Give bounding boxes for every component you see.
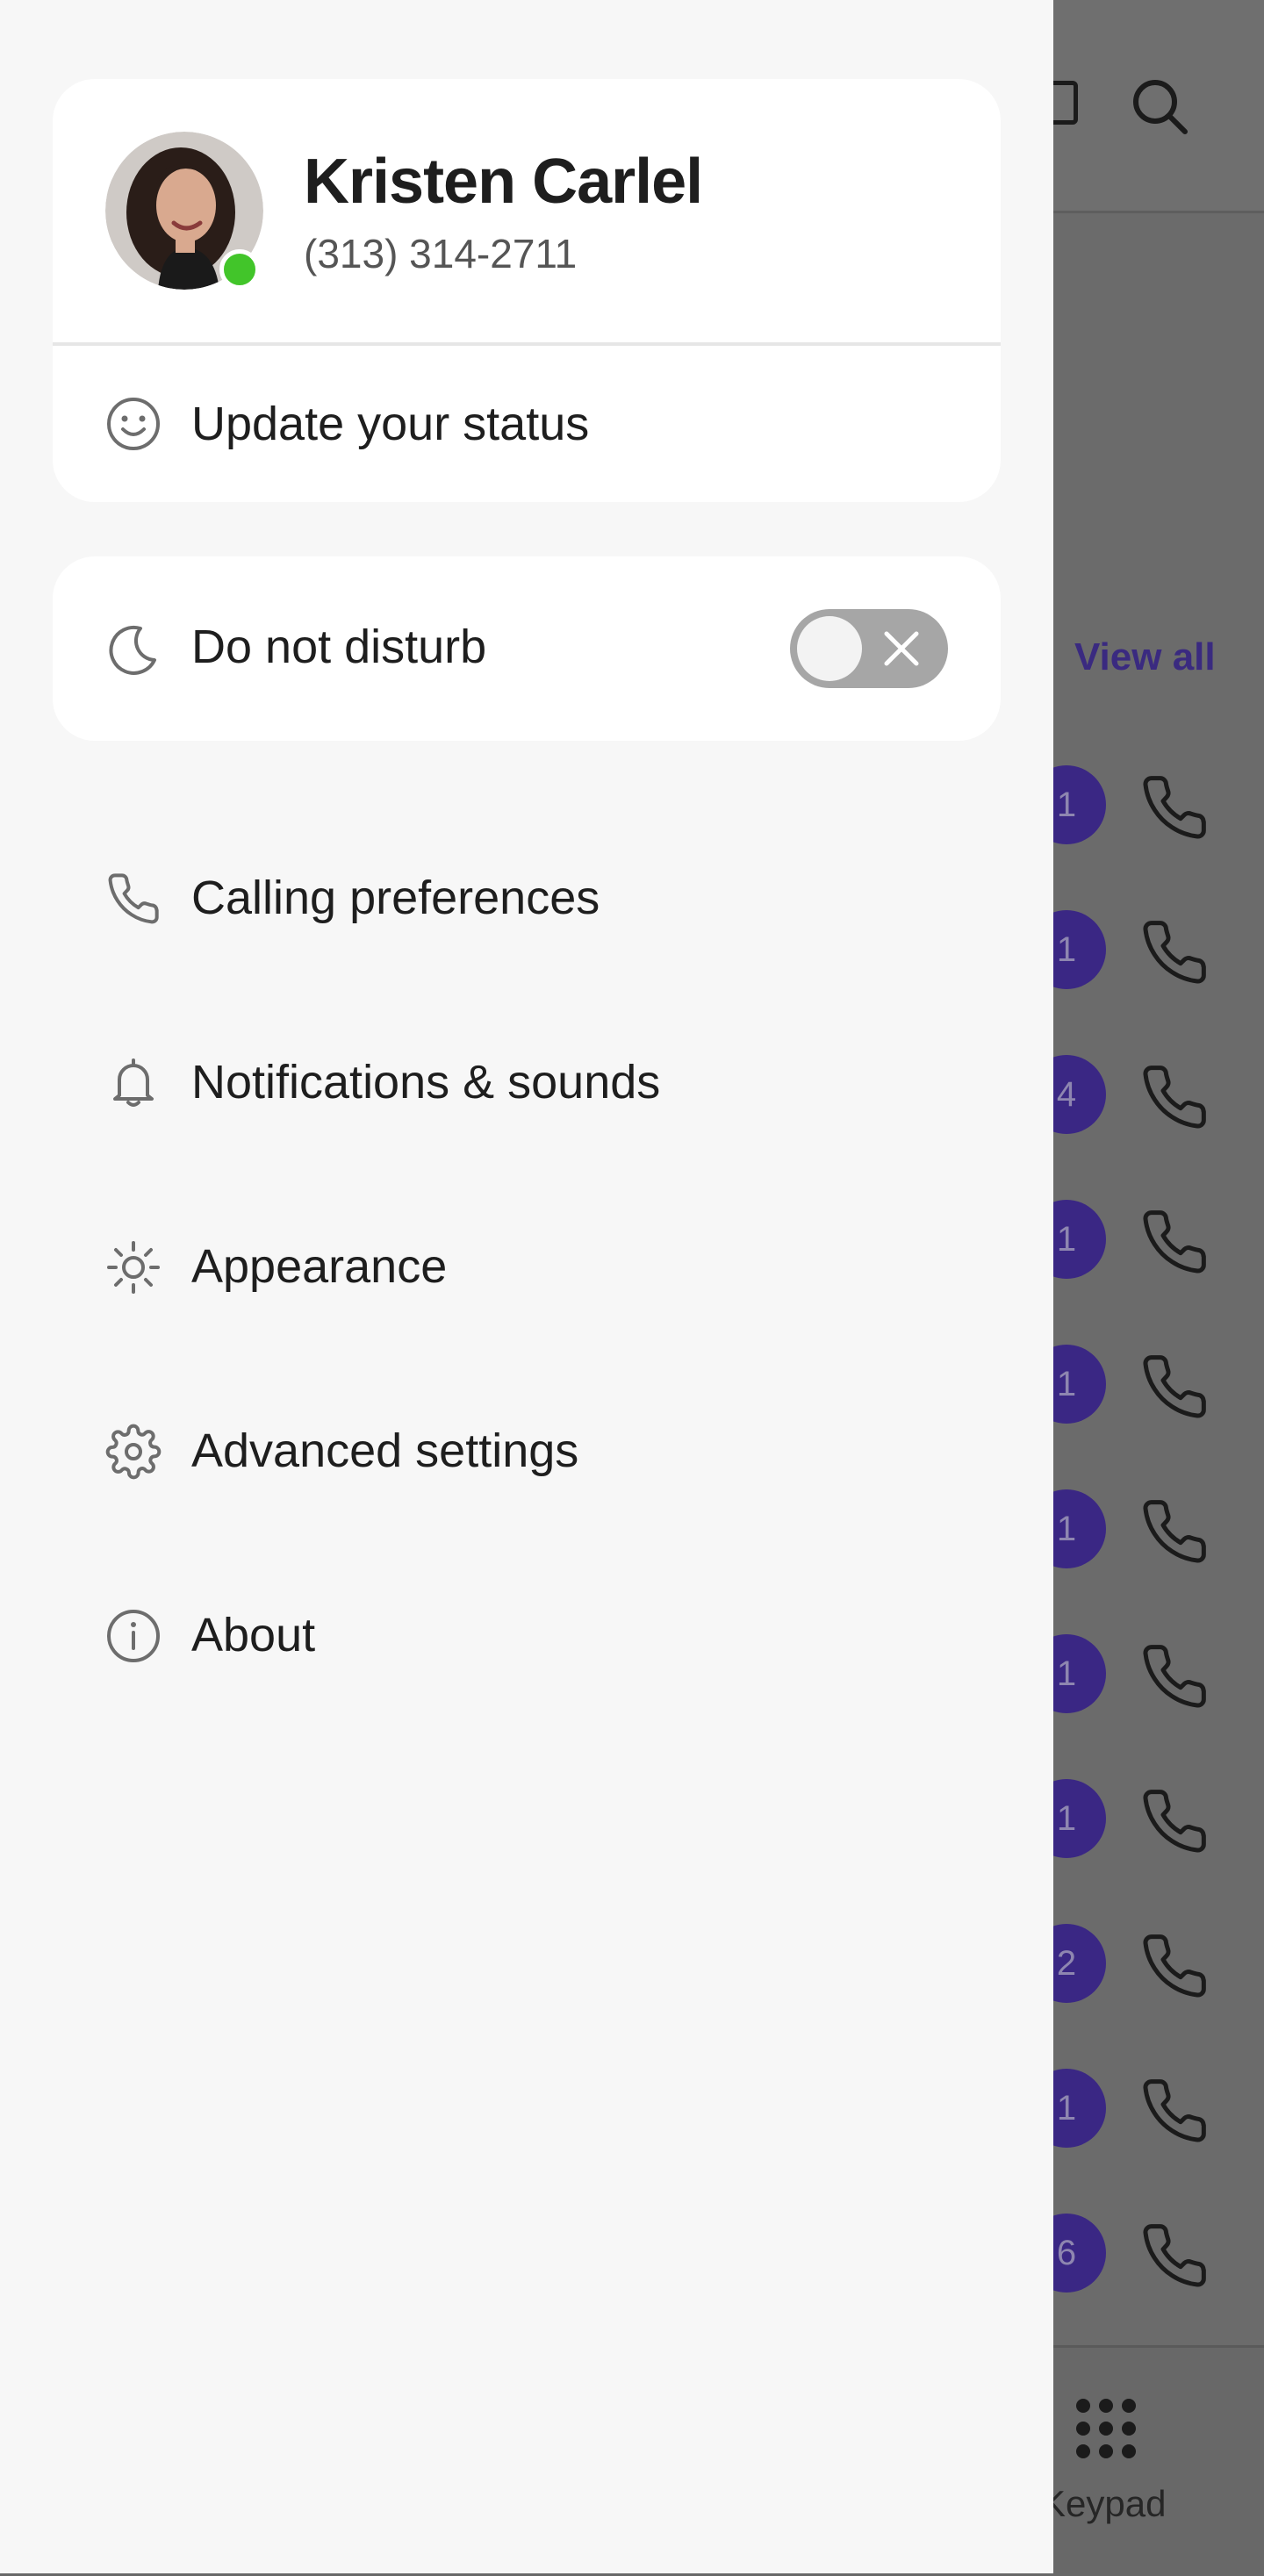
phone-icon bbox=[108, 873, 159, 924]
menu-item-label: Appearance bbox=[191, 1240, 448, 1293]
background-call-row: 6 bbox=[1027, 2205, 1264, 2293]
do-not-disturb-label: Do not disturb bbox=[191, 621, 487, 673]
phone-icon bbox=[1143, 1934, 1206, 1998]
phone-icon bbox=[1143, 1210, 1206, 1274]
menu-item-label: Advanced settings bbox=[191, 1424, 579, 1477]
gear-icon bbox=[105, 1424, 162, 1480]
moon-icon bbox=[109, 625, 156, 675]
toggle-knob bbox=[797, 616, 862, 681]
background-call-row: 1 bbox=[1027, 1481, 1264, 1568]
background-call-row: 1 bbox=[1027, 2060, 1264, 2148]
profile-name: Kristen Carlel bbox=[304, 147, 703, 217]
phone-icon bbox=[1143, 1355, 1206, 1418]
background-call-row: 1 bbox=[1027, 1625, 1264, 1713]
update-status-label: Update your status bbox=[191, 398, 590, 450]
menu-item-label: Calling preferences bbox=[191, 872, 600, 924]
profile-phone-number: (313) 314-2711 bbox=[304, 231, 578, 276]
search-icon bbox=[1133, 80, 1188, 134]
background-call-row: 1 bbox=[1027, 901, 1264, 989]
background-call-row: 1 bbox=[1027, 757, 1264, 844]
keypad-icon bbox=[1076, 2399, 1136, 2458]
view-all-link: View all bbox=[1074, 635, 1216, 678]
avatar[interactable] bbox=[105, 132, 263, 290]
menu-item-notifications-sounds[interactable]: Notifications & sounds bbox=[53, 1013, 1001, 1153]
keypad-tab-label: Keypad bbox=[1041, 2483, 1167, 2524]
menu-item-label: About bbox=[191, 1609, 316, 1661]
phone-icon bbox=[1143, 776, 1206, 839]
do-not-disturb-card: Do not disturb bbox=[53, 556, 1001, 741]
background-call-row: 1 bbox=[1027, 1336, 1264, 1424]
navigation-drawer: Kristen Carlel (313) 314-2711 Update you… bbox=[0, 0, 1053, 2573]
profile-card: Kristen Carlel (313) 314-2711 Update you… bbox=[53, 79, 1001, 502]
sun-icon bbox=[107, 1241, 160, 1294]
update-status-button[interactable]: Update your status bbox=[53, 346, 1001, 502]
menu-item-about[interactable]: About bbox=[53, 1566, 1001, 1706]
phone-icon bbox=[1143, 921, 1206, 984]
phone-icon bbox=[1143, 1500, 1206, 1563]
menu-item-advanced-settings[interactable]: Advanced settings bbox=[53, 1381, 1001, 1522]
menu-item-appearance[interactable]: Appearance bbox=[53, 1197, 1001, 1338]
info-icon bbox=[107, 1610, 160, 1662]
close-icon bbox=[884, 631, 919, 666]
phone-icon bbox=[1143, 1066, 1206, 1129]
bell-icon bbox=[113, 1058, 154, 1107]
phone-icon bbox=[1143, 2079, 1206, 2142]
background-call-row: 2 bbox=[1027, 1915, 1264, 2003]
phone-icon bbox=[1143, 1645, 1206, 1708]
menu-item-calling-preferences[interactable]: Calling preferences bbox=[53, 829, 1001, 969]
online-status-dot bbox=[219, 249, 260, 290]
background-call-row: 4 bbox=[1027, 1046, 1264, 1134]
background-call-row: 1 bbox=[1027, 1191, 1264, 1279]
menu-item-label: Notifications & sounds bbox=[191, 1056, 661, 1109]
do-not-disturb-toggle[interactable] bbox=[790, 609, 948, 688]
phone-icon bbox=[1143, 1790, 1206, 1853]
phone-icon bbox=[1143, 2224, 1206, 2287]
smiley-icon bbox=[107, 398, 160, 450]
background-call-row: 1 bbox=[1027, 1770, 1264, 1858]
